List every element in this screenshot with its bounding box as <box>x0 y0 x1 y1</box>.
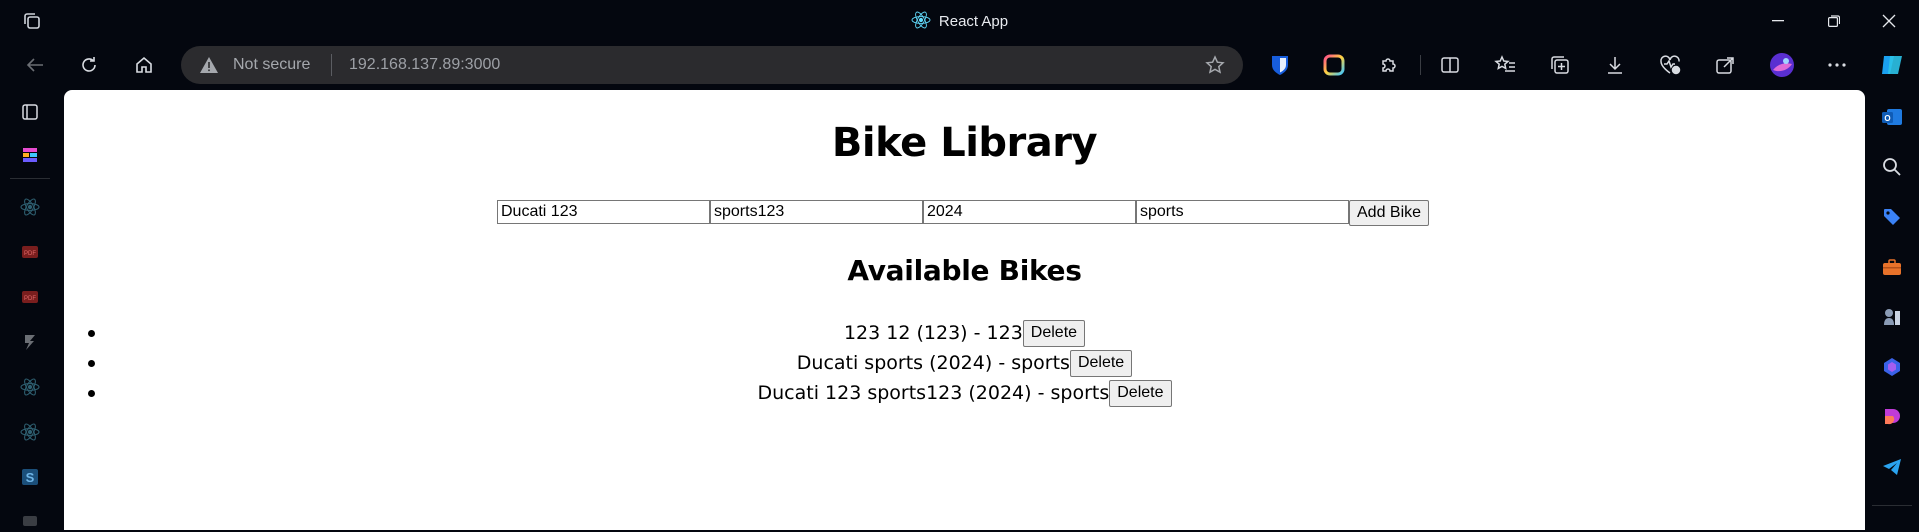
bike-text: Ducati sports (2024) - sports <box>796 352 1070 374</box>
bolt-tab-icon[interactable] <box>18 330 42 354</box>
list-item: Ducati sports (2024) - sports Delete <box>64 348 1865 378</box>
bullet <box>88 390 95 397</box>
sidebar-divider-right <box>1872 505 1912 506</box>
home-icon[interactable] <box>130 51 158 79</box>
delete-button[interactable]: Delete <box>1069 349 1133 377</box>
window-title-text: React App <box>938 13 1009 30</box>
restore-icon[interactable] <box>1821 8 1847 34</box>
url-text[interactable]: 192.168.137.89:3000 <box>349 56 500 74</box>
sidebar-divider <box>10 178 50 179</box>
games-chess-icon[interactable] <box>1880 305 1904 329</box>
bike-text: 123 12 (123) - 123 <box>843 322 1023 344</box>
extensions-puzzle-icon[interactable] <box>1375 51 1403 79</box>
divider <box>331 54 332 76</box>
downloads-icon[interactable] <box>1601 51 1629 79</box>
react-tab-icon-2[interactable] <box>18 375 42 399</box>
more-options-icon[interactable] <box>1823 51 1851 79</box>
bike-year-input[interactable] <box>923 200 1136 224</box>
url-host: 192.168.137.89 <box>349 56 461 73</box>
react-tab-icon-3[interactable] <box>18 420 42 444</box>
shopping-tag-icon[interactable] <box>1880 205 1904 229</box>
designer-icon[interactable] <box>1880 405 1904 429</box>
react-logo-icon <box>911 11 931 33</box>
bike-model-input[interactable] <box>710 200 923 224</box>
list-item: 123 12 (123) - 123 Delete <box>64 318 1865 348</box>
bullet <box>88 330 95 337</box>
bitwarden-extension-icon[interactable] <box>1266 51 1294 79</box>
bike-text: Ducati 123 sports123 (2024) - sports <box>757 382 1110 404</box>
page-content: Bike Library Add Bike Available Bikes 12… <box>64 90 1865 530</box>
colorful-tab-icon[interactable] <box>18 143 42 167</box>
back-icon[interactable] <box>21 51 49 79</box>
s-tab-icon[interactable]: S <box>18 465 42 489</box>
react-tab-icon[interactable] <box>18 195 42 219</box>
profile-avatar[interactable] <box>1768 51 1796 79</box>
favorite-star-icon[interactable] <box>1205 55 1225 80</box>
security-label[interactable]: Not secure <box>233 56 310 74</box>
bullet <box>88 360 95 367</box>
color-extension-icon[interactable] <box>1320 51 1348 79</box>
pdf-tab-icon[interactable]: PDF <box>18 240 42 264</box>
telegram-send-icon[interactable] <box>1880 455 1904 479</box>
browser-toolbar: Not secure 192.168.137.89:3000 <box>0 42 1919 88</box>
refresh-icon[interactable] <box>75 51 103 79</box>
list-heading: Available Bikes <box>847 254 1082 287</box>
svg-text:S: S <box>26 470 35 485</box>
svg-text:PDF: PDF <box>24 251 36 257</box>
list-item: Ducati 123 sports123 (2024) - sports Dele… <box>64 378 1865 408</box>
tools-briefcase-icon[interactable] <box>1880 255 1904 279</box>
url-port: :3000 <box>460 56 501 73</box>
bike-list: 123 12 (123) - 123 Delete Ducati sports (… <box>64 318 1865 408</box>
title-bar: React App <box>0 0 1919 42</box>
share-icon[interactable] <box>1711 51 1739 79</box>
pdf-tab-icon-2[interactable]: PDF <box>18 285 42 309</box>
window-title: React App <box>0 11 1919 33</box>
page-title: Bike Library <box>831 120 1098 166</box>
microsoft-365-icon[interactable] <box>1880 355 1904 379</box>
close-icon[interactable] <box>1876 8 1902 34</box>
address-bar[interactable]: Not secure 192.168.137.89:3000 <box>181 46 1243 84</box>
bike-name-input[interactable] <box>497 200 710 224</box>
search-icon[interactable] <box>1880 155 1904 179</box>
minimize-icon[interactable] <box>1765 8 1791 34</box>
bike-type-input[interactable] <box>1136 200 1349 224</box>
browser-essentials-icon[interactable] <box>1656 51 1684 79</box>
toolbar-divider <box>1420 55 1421 75</box>
more-tabs-icon[interactable] <box>18 508 42 532</box>
tab-sidebar-icon[interactable] <box>18 100 42 124</box>
delete-button[interactable]: Delete <box>1022 319 1086 347</box>
add-bike-form: Add Bike <box>497 200 1430 226</box>
split-screen-icon[interactable] <box>1436 51 1464 79</box>
delete-button[interactable]: Delete <box>1109 379 1172 407</box>
add-bike-button[interactable]: Add Bike <box>1349 200 1430 226</box>
svg-text:O: O <box>1884 114 1890 123</box>
favorites-icon[interactable] <box>1491 51 1519 79</box>
copilot-icon[interactable] <box>1878 51 1906 79</box>
svg-text:PDF: PDF <box>24 296 36 302</box>
warning-icon[interactable] <box>199 56 219 79</box>
outlook-icon[interactable]: O <box>1880 105 1904 129</box>
collections-icon[interactable] <box>1546 51 1574 79</box>
